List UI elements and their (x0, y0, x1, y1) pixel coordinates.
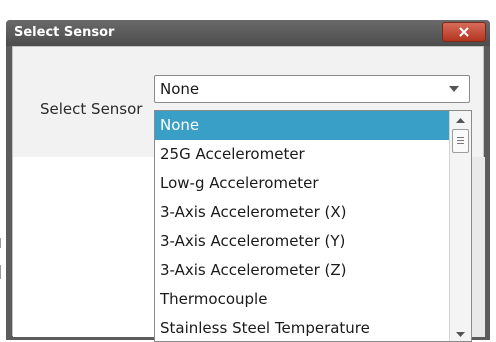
background-edge-mark (0, 238, 1, 248)
scroll-down-icon (456, 331, 465, 337)
scroll-thumb-grip (457, 143, 464, 144)
dropdown-option-3-axis-accelerometer-x[interactable]: 3-Axis Accelerometer (X) (155, 198, 449, 227)
scroll-down-button[interactable] (452, 327, 469, 341)
scroll-up-button[interactable] (452, 113, 469, 127)
select-sensor-label: Select Sensor (40, 100, 143, 118)
dropdown-scrollbar[interactable] (449, 111, 471, 341)
sensor-options: None 25G Accelerometer Low-g Acceleromet… (155, 111, 449, 341)
chevron-down-icon (449, 86, 459, 92)
close-icon (459, 27, 469, 37)
dialog-title-bar[interactable]: Select Sensor (6, 20, 490, 46)
select-arrow-button[interactable] (445, 81, 463, 97)
scroll-up-icon (456, 117, 465, 123)
screen: Select Sensor Select Sensor None None 25… (0, 0, 496, 342)
dropdown-option-3-axis-accelerometer-z[interactable]: 3-Axis Accelerometer (Z) (155, 256, 449, 285)
dropdown-option-3-axis-accelerometer-y[interactable]: 3-Axis Accelerometer (Y) (155, 227, 449, 256)
scroll-thumb-grip (457, 137, 464, 138)
blank-area (13, 157, 171, 337)
dropdown-option-none[interactable]: None (155, 111, 449, 140)
sensor-select[interactable]: None (154, 75, 470, 103)
scroll-thumb-grip (457, 140, 464, 141)
scroll-thumb[interactable] (452, 129, 469, 153)
dialog-title: Select Sensor (14, 25, 115, 40)
sensor-select-value: None (160, 80, 200, 98)
sensor-dropdown-list[interactable]: None 25G Accelerometer Low-g Acceleromet… (154, 110, 472, 342)
dropdown-option-stainless-steel-temperature[interactable]: Stainless Steel Temperature (155, 314, 449, 341)
dropdown-option-low-g-accelerometer[interactable]: Low-g Accelerometer (155, 169, 449, 198)
dropdown-option-25g-accelerometer[interactable]: 25G Accelerometer (155, 140, 449, 169)
close-button[interactable] (442, 22, 486, 42)
dropdown-option-thermocouple[interactable]: Thermocouple (155, 285, 449, 314)
background-edge-mark (0, 265, 1, 279)
